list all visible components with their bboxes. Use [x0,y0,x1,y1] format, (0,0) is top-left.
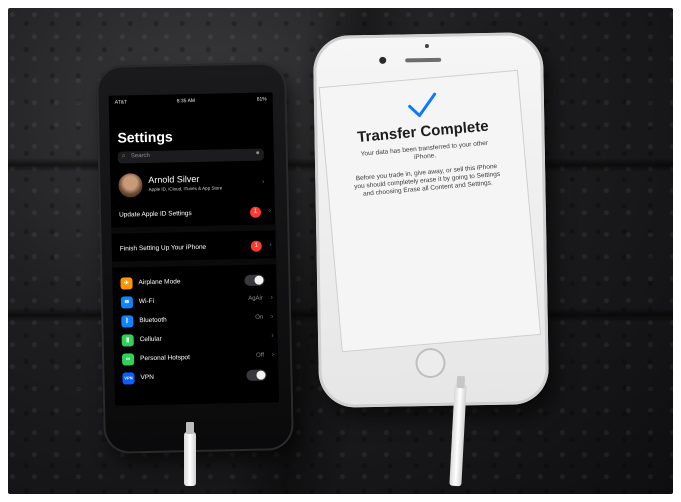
search-icon: ⌕ [121,152,126,160]
vpn-row[interactable]: VPN VPN [114,367,278,386]
personal-hotspot-row[interactable]: ∞ Personal Hotspot Off › [114,348,278,367]
wifi-row[interactable]: ≋ Wi-Fi AgAir › [113,291,277,310]
row-label: Airplane Mode [138,278,181,287]
vpn-toggle[interactable] [246,369,267,381]
chevron-right-icon: › [270,294,273,302]
settings-screen: AT&T 8:35 AM 61% Settings ⌕ Search ● Arn… [108,92,280,406]
cellular-row[interactable]: ▮ Cellular › [114,329,278,348]
airplane-icon: ✈ [120,277,133,290]
chevron-right-icon: › [262,178,265,186]
update-apple-id-row[interactable]: Update Apple ID Settings 1 › [111,204,275,223]
transfer-detail: Before you trade in, give away, or sell … [353,162,501,198]
row-label: VPN [140,373,154,382]
black-iphone: AT&T 8:35 AM 61% Settings ⌕ Search ● Arn… [95,62,295,454]
row-label: Wi-Fi [138,297,155,306]
row-value: AgAir [248,295,263,302]
avatar [118,173,143,198]
notification-badge: 1 [249,206,262,218]
finish-setup-row[interactable]: Finish Setting Up Your iPhone 1 › [112,238,276,257]
bluetooth-icon: ᛒ [121,315,134,328]
airplane-mode-row[interactable]: ✈ Airplane Mode [112,272,276,291]
section-divider [111,224,276,234]
profile-subtitle: Apple ID, iCloud, iTunes & App Store [148,185,223,192]
transfer-complete-screen: Transfer Complete Your data has been tra… [318,69,542,353]
row-label: Cellular [139,335,162,344]
row-value: Off [256,352,265,359]
cellular-icon: ▮ [121,334,134,347]
chevron-right-icon: › [270,313,274,321]
airplane-mode-toggle[interactable] [244,274,265,286]
page-title: Settings [117,128,173,146]
earpiece-speaker [405,57,442,63]
bluetooth-row[interactable]: ᛒ Bluetooth On › [113,310,277,329]
status-bar: AT&T 8:35 AM 61% [115,96,267,109]
section-divider [112,258,277,268]
row-label: Personal Hotspot [140,354,191,363]
vpn-icon: VPN [122,372,135,385]
sensor-dot [424,44,429,49]
lightning-cable [184,422,196,486]
clock: 8:35 AM [176,97,196,105]
chevron-right-icon: › [271,351,275,359]
microphone-icon[interactable]: ● [256,150,260,157]
chevron-right-icon: › [271,332,274,340]
home-button[interactable] [415,347,446,379]
chevron-right-icon: › [269,241,272,249]
white-iphone: Transfer Complete Your data has been tra… [312,32,550,408]
row-label: Bluetooth [139,316,167,325]
row-label: Finish Setting Up Your iPhone [119,243,207,253]
checkmark-icon [408,92,437,118]
battery-label: 61% [256,96,267,103]
apple-id-profile[interactable]: Arnold Silver Apple ID, iCloud, iTunes &… [118,170,269,199]
row-label: Update Apple ID Settings [119,210,192,219]
carrier-label: AT&T [114,99,128,106]
camera-icon [379,56,387,64]
row-value: On [255,314,264,321]
hotspot-icon: ∞ [121,353,135,366]
chevron-right-icon: › [268,207,272,215]
notification-badge: 1 [250,240,262,252]
search-input[interactable]: ⌕ Search ● [117,148,264,164]
search-placeholder: Search [130,152,150,160]
profile-name: Arnold Silver [148,173,200,185]
wifi-icon: ≋ [120,296,134,309]
